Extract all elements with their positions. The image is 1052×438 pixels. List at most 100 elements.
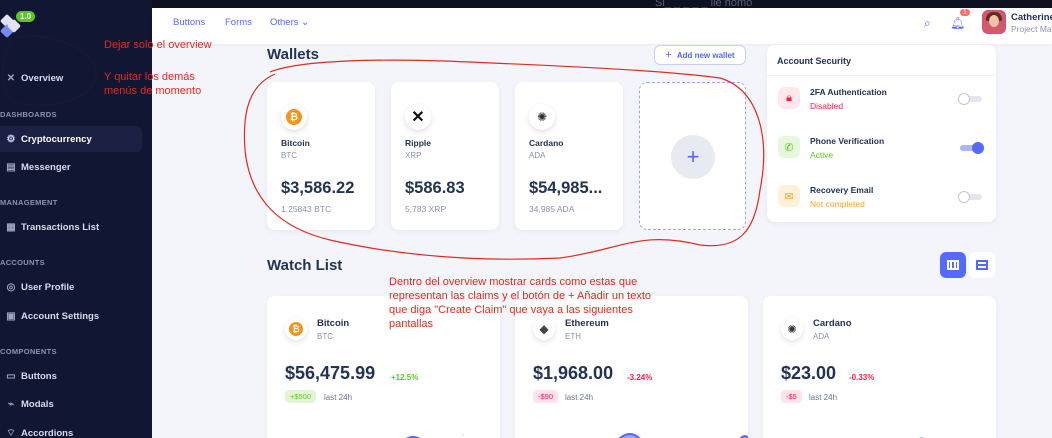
grid-view-button[interactable] bbox=[940, 252, 966, 278]
wallet-name: Bitcoin bbox=[281, 138, 310, 148]
notification-badge: 1 bbox=[960, 9, 970, 16]
watchlist-symbol: ADA bbox=[813, 332, 830, 341]
security-item-name: 2FA Authentication bbox=[810, 87, 887, 97]
wallet-card-ripple[interactable]: ✕ Ripple XRP $586.83 5,783 XRP bbox=[391, 82, 499, 230]
grid-icon bbox=[947, 260, 959, 270]
lock-icon: 🔒︎ bbox=[778, 87, 800, 109]
watchlist-price: $1,968.00 bbox=[533, 363, 614, 383]
sidebar-item-label: User Profile bbox=[21, 281, 75, 293]
wallet-amount: 5,783 XRP bbox=[405, 204, 447, 214]
watchlist-title: Watch List bbox=[267, 257, 343, 274]
wallet-value: $3,586.22 bbox=[281, 179, 355, 197]
wallets-title: Wallets bbox=[267, 46, 319, 63]
security-item-status: Disabled bbox=[810, 101, 844, 111]
avatar[interactable] bbox=[982, 10, 1006, 34]
annotation-note-claims: Dentro del overview mostrar cards como e… bbox=[389, 275, 651, 331]
sidebar-item-user-profile[interactable]: ◎ User Profile bbox=[0, 274, 142, 300]
sidebar-heading-components: COMPONENTS bbox=[0, 347, 57, 356]
sidebar-heading-accounts: ACCOUNTS bbox=[0, 258, 45, 267]
watchlist-price: $23.00 bbox=[781, 363, 837, 383]
sidebar: 1.0 ✕ Overview DASHBOARDS ⚙ Cryptocurren… bbox=[0, 0, 152, 438]
sidebar-item-label: Cryptocurrency bbox=[21, 133, 92, 145]
watchlist-change: +12.5% bbox=[391, 373, 419, 382]
wallet-name: Cardano bbox=[529, 138, 564, 148]
sidebar-item-label: Modals bbox=[21, 398, 54, 410]
watchlist-change: -0.33% bbox=[849, 373, 875, 382]
sidebar-item-buttons[interactable]: ▭ Buttons bbox=[0, 363, 142, 389]
sparkline-chart bbox=[405, 434, 464, 438]
sidebar-item-accordions[interactable]: ⌔ Accordions bbox=[0, 420, 142, 438]
bitcoin-icon: ₿ bbox=[281, 104, 307, 130]
sidebar-item-account-settings[interactable]: ▣ Account Settings bbox=[0, 303, 142, 329]
2fa-toggle[interactable] bbox=[958, 93, 984, 105]
accordion-icon: ⌔ bbox=[6, 427, 16, 438]
sidebar-item-transactions-list[interactable]: ▦ Transactions List bbox=[0, 214, 142, 240]
sidebar-item-label: Account Settings bbox=[21, 310, 100, 322]
annotation-line: Y quitar los demás bbox=[104, 71, 195, 83]
wallet-amount: 1.25843 BTC bbox=[281, 204, 332, 214]
watchlist-name: Bitcoin bbox=[317, 318, 350, 329]
watchlist-card-cardano[interactable]: ✺ Cardano ADA $23.00 -0.33% -$5 last 24h bbox=[763, 296, 996, 438]
button-icon: ▭ bbox=[6, 370, 16, 382]
security-item-name: Recovery Email bbox=[810, 185, 874, 195]
annotation-line: Dentro del overview mostrar cards como e… bbox=[389, 276, 638, 288]
sidebar-item-messenger[interactable]: ▤ Messenger bbox=[0, 154, 142, 180]
sparkline-chart bbox=[618, 433, 748, 438]
watchlist-change: -3.24% bbox=[627, 373, 653, 382]
phone-icon: ✆ bbox=[778, 136, 800, 158]
sidebar-heading-dashboards: DASHBOARDS bbox=[0, 110, 57, 119]
nav-forms[interactable]: Forms bbox=[225, 17, 252, 28]
security-item-2fa: 🔒︎ 2FA Authentication Disabled bbox=[767, 77, 996, 125]
wallet-name: Ripple bbox=[405, 138, 431, 148]
security-item-status: Active bbox=[810, 150, 834, 160]
add-wallet-card[interactable]: + bbox=[639, 82, 746, 230]
sidebar-item-label: Messenger bbox=[21, 161, 71, 173]
list-view-button[interactable] bbox=[969, 252, 995, 278]
table-icon: ▦ bbox=[6, 221, 16, 233]
annotation-line: menús de momento bbox=[104, 85, 202, 97]
list-icon bbox=[976, 260, 988, 270]
watchlist-period: last 24h bbox=[809, 393, 838, 402]
search-icon[interactable]: ⌕ bbox=[924, 16, 931, 31]
annotation-note-remove-menus: Y quitar los demás menús de momento bbox=[104, 70, 201, 98]
watchlist-delta: -$5 bbox=[781, 390, 802, 403]
nav-others[interactable]: Others ⌄ bbox=[270, 17, 309, 28]
wallet-symbol: ADA bbox=[529, 151, 546, 160]
add-wallet-button[interactable]: + Add new wallet bbox=[654, 45, 746, 65]
recovery-email-toggle[interactable] bbox=[958, 191, 984, 203]
gear-icon: ⚙ bbox=[6, 133, 16, 145]
wallet-value: $54,985... bbox=[529, 179, 603, 197]
security-item-phone: ✆ Phone Verification Active bbox=[767, 126, 996, 174]
sidebar-item-label: Transactions List bbox=[21, 221, 100, 233]
version-badge: 1.0 bbox=[16, 11, 36, 22]
watchlist-symbol: ETH bbox=[565, 332, 581, 341]
chevron-down-icon: ⌄ bbox=[301, 17, 310, 28]
annotation-note-overview: Dejar solo el overview bbox=[104, 39, 212, 51]
sidebar-heading-management: MANAGEMENT bbox=[0, 198, 58, 207]
sidebar-item-cryptocurrency[interactable]: ⚙ Cryptocurrency bbox=[0, 126, 142, 152]
user-circle-icon: ◎ bbox=[6, 281, 16, 293]
cardano-icon: ✺ bbox=[781, 318, 803, 340]
wallet-value: $586.83 bbox=[405, 179, 465, 197]
security-item-name: Phone Verification bbox=[810, 136, 885, 146]
settings-icon: ▣ bbox=[6, 310, 16, 322]
message-icon: ▤ bbox=[6, 161, 16, 173]
watchlist-price: $56,475.99 bbox=[285, 363, 376, 383]
wallet-amount: 34,985 ADA bbox=[529, 204, 575, 214]
security-item-status: Not completed bbox=[810, 199, 865, 209]
wallet-card-cardano[interactable]: ✺ Cardano ADA $54,985... 34,985 ADA bbox=[515, 82, 623, 230]
bell-icon[interactable]: 🔔︎ bbox=[950, 16, 965, 30]
nav-buttons[interactable]: Buttons bbox=[173, 17, 205, 28]
modal-icon: ⌁ bbox=[7, 398, 15, 410]
close-icon: ✕ bbox=[6, 72, 16, 84]
plus-icon: + bbox=[671, 135, 715, 179]
wallet-symbol: XRP bbox=[405, 151, 422, 160]
wallet-card-bitcoin[interactable]: ₿ Bitcoin BTC $3,586.22 1.25843 BTC bbox=[267, 82, 375, 230]
watchlist-name: Cardano bbox=[813, 318, 852, 329]
sidebar-item-label: Accordions bbox=[21, 427, 74, 438]
security-title: Account Security bbox=[777, 56, 852, 66]
sidebar-item-modals[interactable]: ⌁ Modals bbox=[0, 391, 142, 417]
user-role: Project Ma bbox=[1011, 24, 1052, 34]
phone-toggle[interactable] bbox=[958, 142, 984, 154]
bitcoin-icon: ₿ bbox=[285, 318, 307, 340]
